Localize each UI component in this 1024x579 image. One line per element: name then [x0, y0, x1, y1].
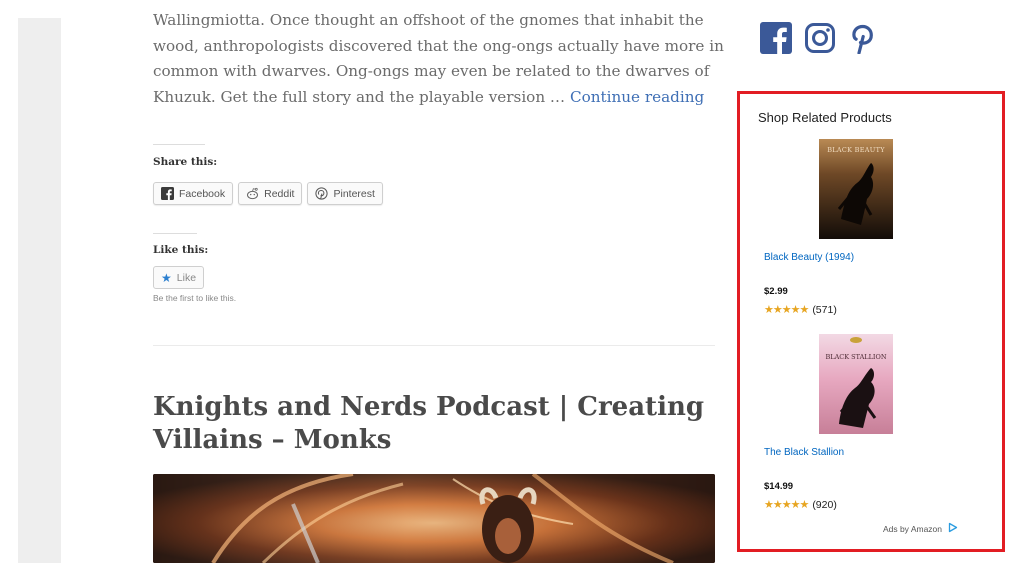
post-featured-image[interactable]	[153, 474, 715, 563]
like-button-label: Like	[176, 271, 197, 284]
review-count: (920)	[812, 498, 837, 511]
product-price: $2.99	[764, 286, 788, 297]
share-facebook-label: Facebook	[179, 187, 226, 200]
instagram-icon[interactable]	[804, 22, 836, 54]
share-pinterest-label: Pinterest	[333, 187, 375, 200]
excerpt-line-text: Khuzuk. Get the full story and the playa…	[153, 87, 566, 106]
rating-stars-icon: ★★★★★	[764, 499, 809, 511]
excerpt-line: common with dwarves. Ong-ongs may even b…	[153, 62, 710, 80]
product-link-black-stallion[interactable]: The Black Stallion	[764, 447, 844, 458]
share-pinterest-button[interactable]: Pinterest	[307, 182, 383, 205]
shop-title: Shop Related Products	[758, 110, 892, 125]
excerpt-line: wood, anthropologists discovered that th…	[153, 36, 724, 55]
adchoices-icon	[948, 522, 958, 535]
like-note: Be the first to like this.	[153, 293, 237, 303]
excerpt-line: Wallingmiotta. Once thought an offshoot …	[153, 11, 704, 29]
star-icon: ★	[161, 270, 172, 285]
product-cover-black-stallion[interactable]: BLACK STALLION	[819, 334, 893, 434]
reddit-icon	[246, 187, 259, 200]
pinterest-icon	[315, 187, 329, 200]
share-reddit-label: Reddit	[264, 187, 295, 200]
social-icons	[760, 22, 880, 54]
facebook-icon[interactable]	[760, 22, 792, 54]
product-cover-black-beauty[interactable]: BLACK BEAUTY	[819, 139, 893, 239]
facebook-icon	[161, 187, 174, 200]
product-rating[interactable]: ★★★★★ (571)	[764, 303, 837, 317]
post-title-line: Knights and Nerds Podcast | Creating	[153, 392, 705, 422]
left-gutter	[18, 18, 61, 563]
review-count: (571)	[812, 303, 837, 316]
section-divider	[153, 345, 715, 346]
shop-related-products-widget: Shop Related Products BLACK BEAUTY Black…	[737, 91, 1005, 552]
rating-stars-icon: ★★★★★	[764, 304, 809, 316]
like-heading: Like this:	[153, 244, 209, 256]
share-buttons: Facebook Reddit Pinterest	[153, 182, 383, 205]
article-excerpt: Wallingmiotta. Once thought an offshoot …	[153, 8, 724, 111]
product-cover-text: BLACK BEAUTY	[827, 146, 885, 154]
continue-reading-link[interactable]: Continue reading	[570, 88, 704, 106]
like-button[interactable]: ★ Like	[153, 266, 205, 289]
divider	[153, 233, 197, 234]
post-title-link[interactable]: Knights and Nerds Podcast | Creating Vil…	[153, 391, 713, 457]
divider	[153, 144, 205, 145]
product-price: $14.99	[764, 481, 794, 492]
post-title-line: Villains – Monks	[153, 425, 392, 455]
share-facebook-button[interactable]: Facebook	[153, 182, 234, 205]
share-heading: Share this:	[153, 156, 218, 168]
pinterest-icon[interactable]	[848, 22, 880, 54]
ads-by-amazon[interactable]: Ads by Amazon	[883, 522, 958, 535]
excerpt-line: Khuzuk. Get the full story and the playa…	[153, 85, 713, 111]
product-cover-text: BLACK STALLION	[825, 353, 886, 361]
product-rating[interactable]: ★★★★★ (920)	[764, 498, 837, 512]
product-link-black-beauty[interactable]: Black Beauty (1994)	[764, 252, 854, 263]
ads-by-label: Ads by Amazon	[882, 523, 942, 534]
share-reddit-button[interactable]: Reddit	[238, 182, 303, 205]
